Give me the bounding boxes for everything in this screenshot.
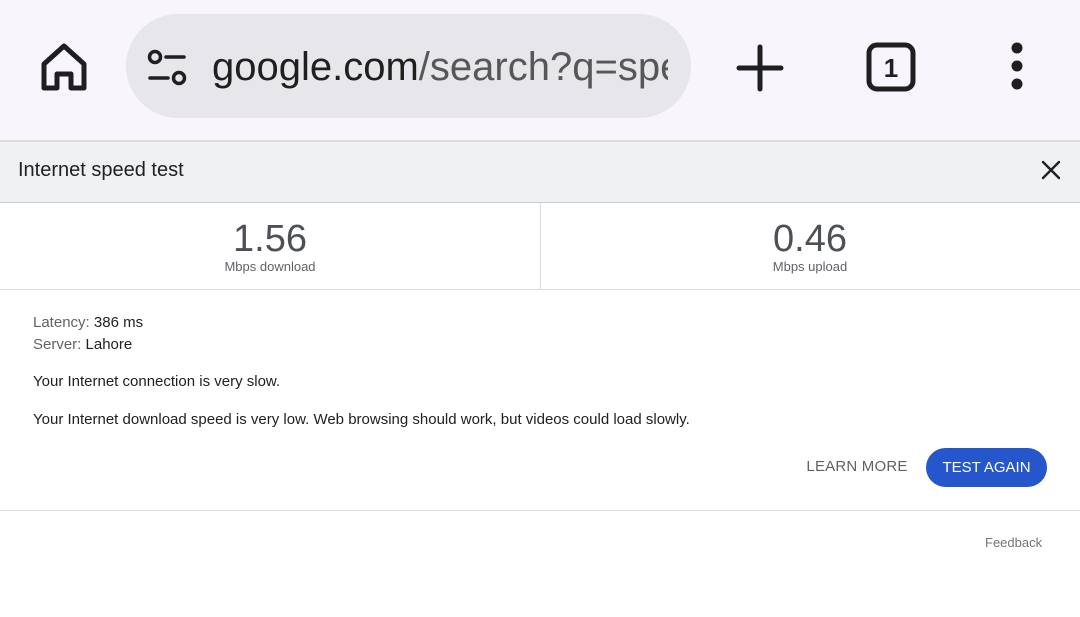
download-value: 1.56 xyxy=(233,218,307,260)
close-button[interactable] xyxy=(1036,154,1066,186)
speed-metrics: 1.56 Mbps download 0.46 Mbps upload xyxy=(0,203,1080,290)
home-icon xyxy=(41,43,87,91)
tune-icon xyxy=(147,49,187,86)
latency-label: Latency: xyxy=(33,314,90,331)
url-host: google.com xyxy=(212,45,419,89)
tab-switcher-icon: 1 xyxy=(866,42,916,92)
more-vert-icon xyxy=(1011,42,1023,90)
plus-icon xyxy=(736,44,784,92)
learn-more-button[interactable]: LEARN MORE xyxy=(796,448,918,486)
download-unit: Mbps download xyxy=(224,259,316,274)
upload-unit: Mbps upload xyxy=(772,259,848,274)
detail-text: Your Internet download speed is very low… xyxy=(33,411,690,428)
overflow-menu-button[interactable] xyxy=(1000,42,1034,92)
new-tab-button[interactable] xyxy=(734,42,786,94)
server-value: Lahore xyxy=(85,336,133,353)
site-settings-button[interactable] xyxy=(146,48,190,88)
download-metric: 1.56 Mbps download xyxy=(0,203,540,289)
close-icon xyxy=(1041,160,1061,180)
summary-text: Your Internet connection is very slow. xyxy=(33,373,281,390)
tab-switcher-button[interactable]: 1 xyxy=(866,42,916,92)
latency-row: Latency: 386 ms xyxy=(33,314,143,331)
upload-metric: 0.46 Mbps upload xyxy=(540,203,1080,289)
address-bar[interactable]: google.com/search?q=spee xyxy=(126,14,691,118)
tab-count: 1 xyxy=(884,53,898,83)
url-text[interactable]: google.com/search?q=spee xyxy=(212,39,668,95)
latency-value: 386 ms xyxy=(93,314,144,331)
upload-value: 0.46 xyxy=(773,218,847,260)
section-divider xyxy=(0,510,1080,511)
url-path: /search?q=spee xyxy=(418,45,668,89)
server-row: Server: Lahore xyxy=(33,336,132,353)
feedback-link[interactable]: Feedback xyxy=(985,535,1042,550)
test-again-button[interactable]: TEST AGAIN xyxy=(926,448,1047,487)
speed-test-header: Internet speed test xyxy=(0,142,1080,203)
browser-toolbar: google.com/search?q=spee 1 xyxy=(0,0,1080,142)
home-button[interactable] xyxy=(36,40,92,96)
server-label: Server: xyxy=(33,336,82,353)
speed-test-title: Internet speed test xyxy=(18,159,184,181)
